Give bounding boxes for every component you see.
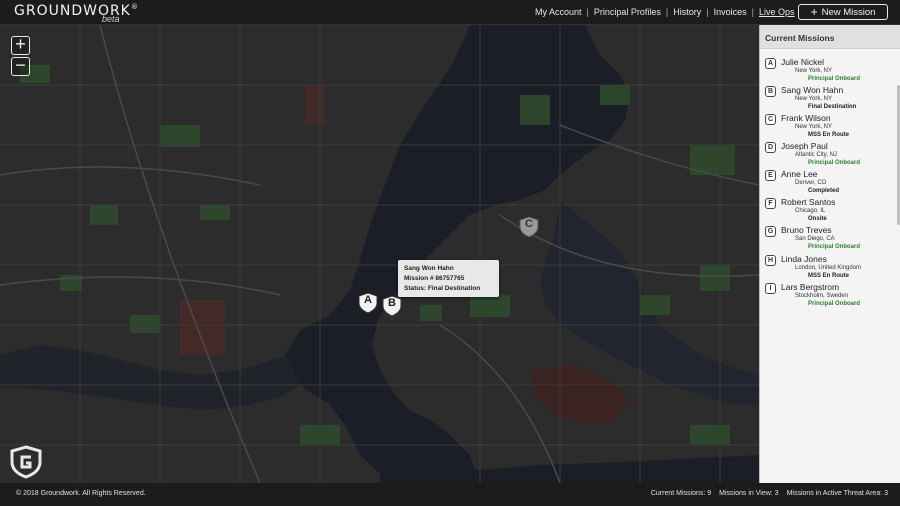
- mission-status: Principal Onboard: [808, 301, 861, 307]
- mission-location: Chicago, IL: [795, 208, 826, 214]
- logo-beta-label: beta: [102, 14, 120, 24]
- nav-separator: |: [665, 7, 669, 17]
- app-logo[interactable]: GROUNDWORK®: [14, 3, 139, 19]
- nav-separator: |: [586, 7, 589, 17]
- mission-item-f[interactable]: F Robert Santos Chicago, IL Onsite: [760, 197, 894, 225]
- missions-sidebar: Current Missions A Julie Nickel New York…: [759, 25, 900, 483]
- map-marker-a[interactable]: A: [358, 292, 378, 314]
- mission-name: Frank Wilson: [781, 113, 831, 123]
- mission-location: New York, NY: [795, 124, 833, 130]
- mission-location: San Diego, CA: [795, 236, 835, 242]
- current-missions-count: Current Missions: 9: [650, 490, 712, 497]
- nav-live-ops[interactable]: Live Ops: [759, 7, 795, 17]
- missions-in-view-count: Missions in View: 3: [719, 490, 779, 497]
- mission-item-d[interactable]: D Joseph Paul Atlantic City, NJ Principa…: [760, 141, 894, 169]
- popup-mission-number: Mission # 86757765: [404, 275, 465, 282]
- mission-name: Sang Won Hahn: [781, 85, 844, 95]
- mission-status: MSS En Route: [808, 132, 850, 138]
- mission-status: Final Destination: [808, 104, 857, 110]
- mission-name: Joseph Paul: [781, 141, 828, 151]
- mission-item-b[interactable]: B Sang Won Hahn New York, NY Final Desti…: [760, 85, 894, 113]
- nav-my-account[interactable]: My Account: [535, 7, 582, 17]
- map-canvas: [0, 25, 759, 483]
- mission-location: New York, NY: [795, 68, 833, 74]
- mission-stats: Current Missions: 9 Missions in View: 3 …: [643, 490, 888, 497]
- mission-status: Completed: [808, 188, 840, 194]
- mission-name: Lars Bergstrom: [781, 282, 840, 292]
- mission-status: Principal Onboard: [808, 160, 861, 166]
- mission-letter-badge: D: [765, 142, 776, 153]
- footer-bar: © 2018 Groundwork. All Rights Reserved. …: [0, 483, 900, 506]
- mission-location: Stockholm, Sweden: [795, 293, 849, 299]
- zoom-in-button[interactable]: +: [11, 35, 30, 55]
- popup-status: Status: Final Destination: [404, 285, 481, 292]
- nav-history[interactable]: History: [673, 7, 701, 17]
- marker-letter: A: [364, 294, 372, 306]
- sidebar-title: Current Missions: [760, 25, 900, 49]
- top-header: GROUNDWORK® beta My Account | Principal …: [0, 0, 900, 25]
- mission-letter-badge: E: [765, 170, 776, 181]
- popup-name: Sang Won Hahn: [404, 265, 454, 272]
- mission-location: Denver, CO: [795, 180, 827, 186]
- mission-item-a[interactable]: A Julie Nickel New York, NY Principal On…: [760, 57, 894, 85]
- mission-letter-badge: I: [765, 283, 776, 294]
- mission-letter-badge: G: [765, 226, 776, 237]
- mission-name: Bruno Treves: [781, 225, 832, 235]
- mission-status: Principal Onboard: [808, 244, 861, 250]
- mission-letter-badge: C: [765, 114, 776, 125]
- live-map[interactable]: + − Sang Won Hahn Mission # 86757765 Sta…: [0, 25, 759, 483]
- nav-separator: |: [706, 7, 709, 17]
- nav-invoices[interactable]: Invoices: [714, 7, 747, 17]
- copyright-text: © 2018 Groundwork. All Rights Reserved.: [16, 490, 146, 497]
- groundwork-shield-icon: [10, 445, 42, 479]
- mission-location: New York, NY: [795, 96, 833, 102]
- mission-item-e[interactable]: E Anne Lee Denver, CO Completed: [760, 169, 894, 197]
- logo-registered-mark: ®: [130, 3, 139, 11]
- mission-status: MSS En Route: [808, 273, 850, 279]
- mission-letter-badge: F: [765, 198, 776, 209]
- mission-letter-badge: H: [765, 255, 776, 266]
- top-nav: My Account | Principal Profiles | Histor…: [535, 7, 795, 17]
- mission-item-g[interactable]: G Bruno Treves San Diego, CA Principal O…: [760, 225, 894, 253]
- mission-name: Julie Nickel: [781, 57, 824, 67]
- map-marker-c[interactable]: C: [519, 216, 539, 238]
- mission-letter-badge: B: [765, 86, 776, 97]
- nav-principal-profiles[interactable]: Principal Profiles: [594, 7, 661, 17]
- mission-status: Onsite: [808, 216, 827, 222]
- mission-letter-badge: A: [765, 58, 776, 69]
- zoom-out-button[interactable]: −: [11, 56, 30, 76]
- mission-name: Linda Jones: [781, 254, 827, 264]
- mission-item-c[interactable]: C Frank Wilson New York, NY MSS En Route: [760, 113, 894, 141]
- map-marker-b[interactable]: B: [382, 295, 402, 317]
- mission-location: Atlantic City, NJ: [795, 152, 837, 158]
- mission-status: Principal Onboard: [808, 76, 861, 82]
- marker-letter: C: [525, 218, 533, 230]
- mission-location: London, United Kingdom: [795, 265, 862, 271]
- missions-threat-count: Missions in Active Threat Area: 3: [786, 490, 888, 497]
- mission-name: Robert Santos: [781, 197, 836, 207]
- marker-letter: B: [388, 297, 396, 309]
- nav-separator: |: [751, 7, 754, 17]
- mission-item-i[interactable]: I Lars Bergstrom Stockholm, Sweden Princ…: [760, 282, 894, 310]
- new-mission-button[interactable]: + New Mission: [798, 4, 888, 20]
- plus-icon: +: [810, 5, 818, 19]
- new-mission-label: New Mission: [821, 6, 876, 18]
- mission-item-h[interactable]: H Linda Jones London, United Kingdom MSS…: [760, 254, 894, 282]
- mission-popup: Sang Won Hahn Mission # 86757765 Status:…: [398, 260, 499, 297]
- mission-name: Anne Lee: [781, 169, 818, 179]
